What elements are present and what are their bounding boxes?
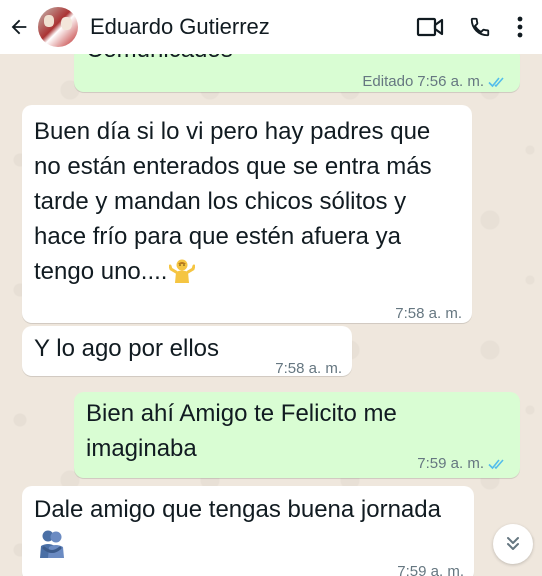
- more-vertical-icon: [517, 16, 523, 38]
- scroll-to-bottom-button[interactable]: [493, 524, 533, 564]
- message-time: 7:59 a. m.: [397, 563, 464, 576]
- message-meta: 7:59 a. m.: [397, 554, 464, 576]
- avatar[interactable]: [38, 7, 78, 47]
- people-hugging-icon: [40, 530, 64, 558]
- back-button[interactable]: [4, 0, 34, 54]
- message-time: 7:59 a. m.: [417, 455, 484, 472]
- message-meta: 7:58 a. m.: [275, 351, 342, 386]
- edited-label: Editado: [362, 73, 414, 90]
- chat-header: Eduardo Gutierrez: [0, 0, 542, 54]
- message-text: Y lo ago por ellos: [34, 335, 220, 362]
- message-bubble-incoming[interactable]: Dale amigo que tengas buena jornada 7:59…: [22, 486, 474, 576]
- message-text: Dale amigo que tengas buena jornada: [34, 496, 441, 523]
- voice-call-button[interactable]: [458, 0, 502, 54]
- double-check-icon: [488, 76, 504, 87]
- message-meta: 7:59 a. m.: [417, 446, 508, 481]
- video-call-button[interactable]: [408, 0, 452, 54]
- arrow-left-icon: [11, 19, 27, 35]
- message-time: 7:56 a. m.: [417, 73, 484, 90]
- video-camera-icon: [416, 17, 444, 37]
- message-meta: Editado 7:56 a. m.: [362, 64, 508, 92]
- contact-name[interactable]: Eduardo Gutierrez: [90, 14, 408, 40]
- message-time: 7:58 a. m.: [395, 305, 462, 322]
- message-time: 7:58 a. m.: [275, 360, 342, 377]
- chevron-double-down-icon: [507, 537, 519, 550]
- message-bubble-outgoing[interactable]: Bien ahí Amigo te Felicito me imaginaba …: [74, 392, 520, 478]
- message-bubble-incoming[interactable]: Buen día si lo vi pero hay padres que no…: [22, 105, 472, 323]
- phone-icon: [470, 17, 490, 37]
- person-shrugging-icon: [169, 259, 196, 283]
- double-check-icon: [488, 458, 504, 469]
- message-bubble-incoming[interactable]: Y lo ago por ellos 7:58 a. m.: [22, 326, 352, 377]
- menu-button[interactable]: [502, 0, 538, 54]
- message-text: Buen día si lo vi pero hay padres que no…: [34, 118, 432, 285]
- message-meta: 7:58 a. m.: [395, 296, 462, 331]
